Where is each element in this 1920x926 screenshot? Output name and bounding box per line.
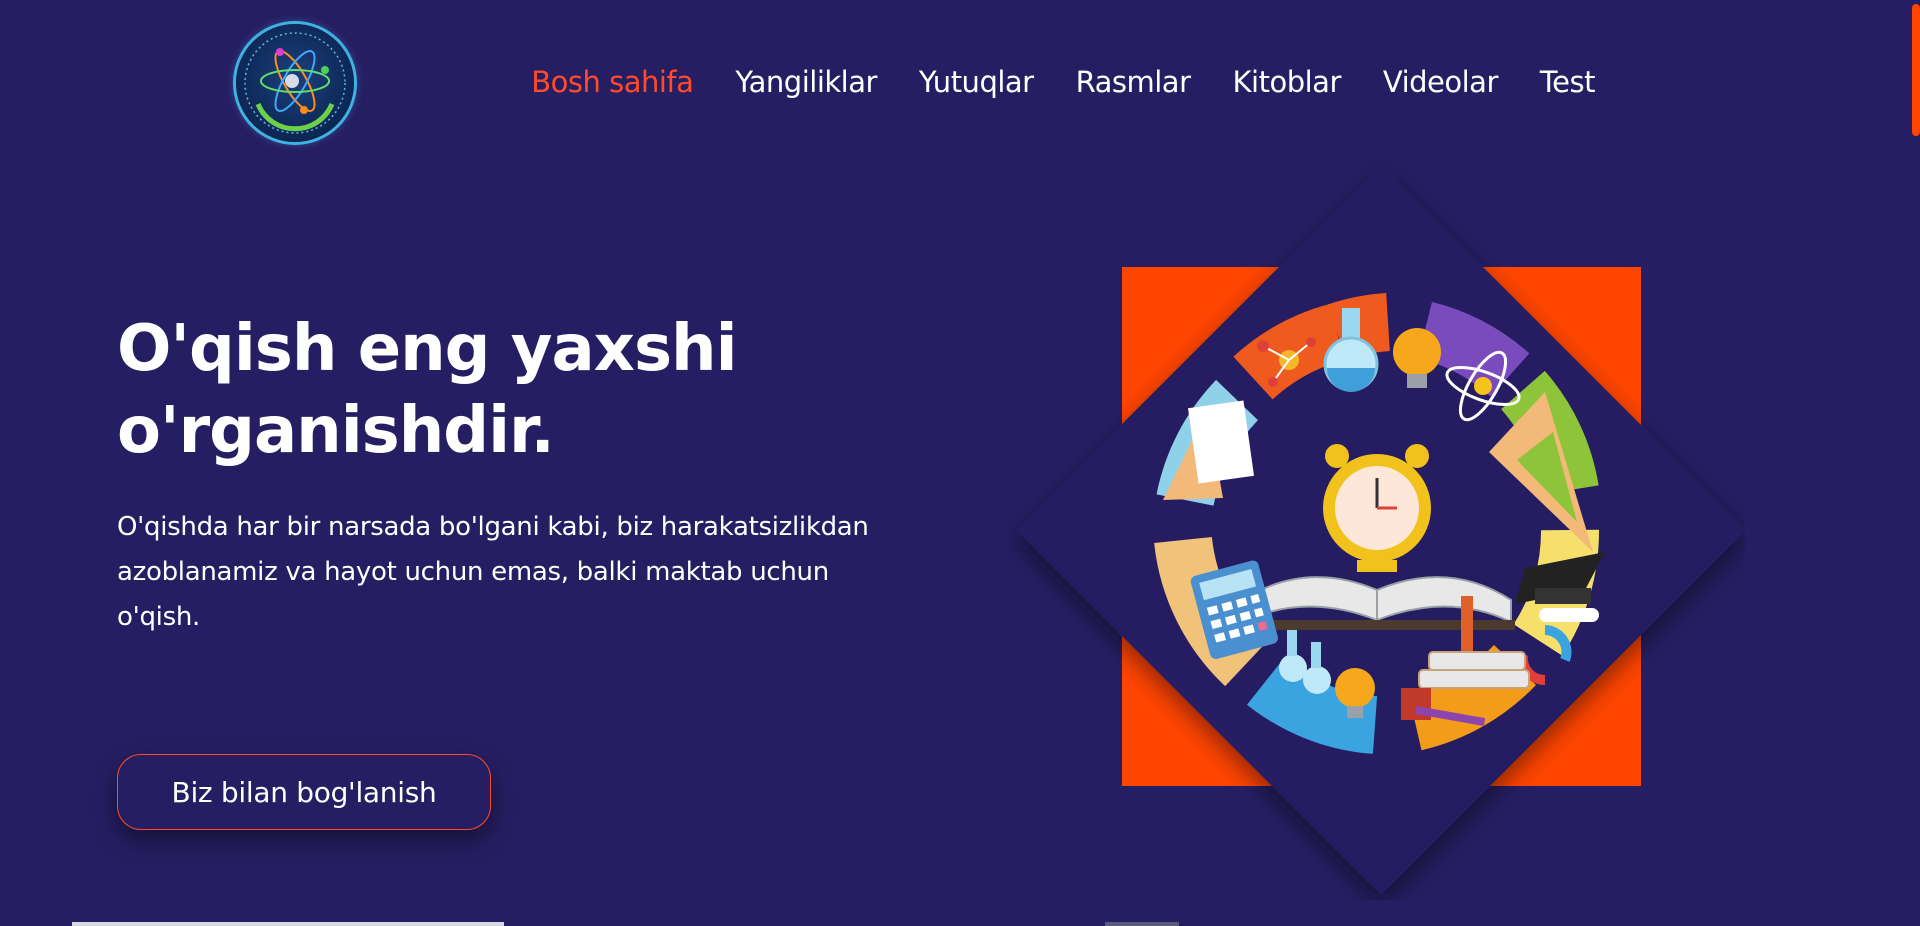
page-scrollbar[interactable] — [1908, 0, 1920, 926]
nav-item-videolar[interactable]: Videolar — [1383, 62, 1499, 102]
contact-us-button[interactable]: Biz bilan bog'lanish — [117, 754, 491, 830]
nav-item-yutuqlar[interactable]: Yutuqlar — [919, 62, 1034, 102]
hero-text-line-1: O'qishda har bir narsada bo'lgani kabi, … — [117, 512, 869, 542]
nav-item-yangiliklar[interactable]: Yangiliklar — [735, 62, 877, 102]
nav-item-rasmlar[interactable]: Rasmlar — [1076, 62, 1191, 102]
bottom-edge-strip — [72, 922, 504, 926]
hero-title: O'qish eng yaxshi o'rganishdir. — [117, 308, 817, 472]
education-circle-illustration — [1005, 160, 1746, 900]
nav-item-test[interactable]: Test — [1540, 62, 1596, 102]
hero-description: O'qishda har bir narsada bo'lgani kabi, … — [117, 505, 917, 640]
nav-item-bosh-sahifa[interactable]: Bosh sahifa — [531, 62, 694, 102]
main-nav: Bosh sahifa Yangiliklar Yutuqlar Rasmlar… — [531, 62, 1595, 102]
bottom-edge-strip-secondary — [1105, 922, 1179, 926]
hero-text-line-2: azoblanamiz va hayot uchun emas, balki m… — [117, 557, 829, 587]
scrollbar-thumb[interactable] — [1912, 4, 1920, 136]
atom-logo-icon[interactable] — [236, 24, 354, 142]
nav-item-kitoblar[interactable]: Kitoblar — [1233, 62, 1342, 102]
hero-text-line-3: o'qish. — [117, 602, 200, 632]
hero-title-line-1: O'qish eng yaxshi — [117, 312, 738, 386]
site-header: Bosh sahifa Yangiliklar Yutuqlar Rasmlar… — [0, 0, 1920, 150]
hero-title-line-2: o'rganishdir. — [117, 394, 555, 468]
